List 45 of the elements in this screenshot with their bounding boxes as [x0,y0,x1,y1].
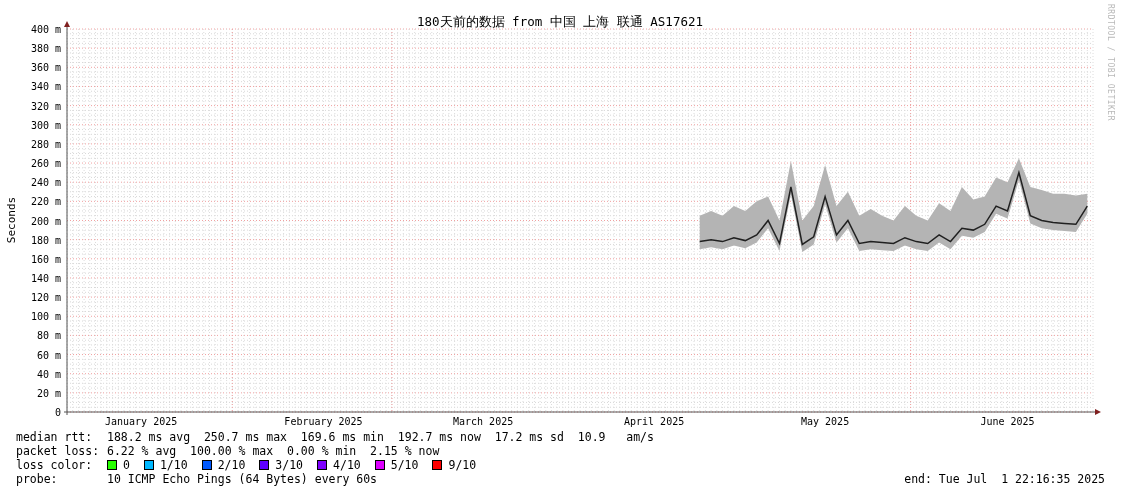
y-tick-label: 360 m [30,62,61,74]
legend-value: 6.22 % avg 100.00 % max 0.00 % min 2.15 % now [107,444,440,458]
legend-value: 3/10 [275,458,304,472]
y-tick-label: 20 m [36,387,61,399]
legend-value: 9/10 [448,458,477,472]
y-tick-label: 120 m [30,292,61,304]
legend-value: 0 [123,458,130,472]
legend-value: 2/10 [217,458,246,472]
y-tick-label: 280 m [30,138,61,150]
y-tick-label: 380 m [30,43,61,55]
y-tick-label: 260 m [30,158,61,170]
x-tick-label: May 2025 [801,416,850,427]
y-tick-label: 220 m [30,196,61,208]
legend-value: 5/10 [390,458,419,472]
legend-value: 1/10 [159,458,188,472]
y-tick-label: 160 m [30,253,61,265]
legend-value: 10 ICMP Echo Pings (64 Bytes) every 60s [107,472,378,486]
legend-label: packet loss: [16,444,101,458]
x-tick-label: June 2025 [980,416,1035,427]
chart-title: 180天前的数据 from 中国 上海 联通 AS17621 [417,14,703,29]
legend-value: 188.2 ms avg 250.7 ms max 169.6 ms min 192.7 ms now 17.2 ms sd 10.9 am/s [107,430,654,444]
end-time: end: Tue Jul 1 22:16:35 2025 [904,472,1105,486]
x-tick-label: April 2025 [624,416,685,427]
legend-label: loss color: [16,458,94,472]
y-tick-label: 300 m [30,119,61,131]
legend-label: median rtt: [16,430,94,444]
y-tick-label: 400 m [30,24,61,35]
y-axis-title: Seconds [5,196,18,244]
watermark-text: RRDTOOL / TOBI OETIKER [1106,4,1115,121]
y-tick-label: 100 m [30,311,61,323]
x-tick-label: February 2025 [284,416,363,427]
y-tick-label: 200 m [30,215,61,227]
y-tick-label: 60 m [36,349,61,361]
y-tick-label: 40 m [36,368,61,380]
x-tick-label: March 2025 [453,416,514,427]
legend-label: probe: [16,472,59,486]
y-tick-label: 240 m [30,177,61,189]
y-tick-label: 80 m [36,330,61,342]
legend-value: 4/10 [333,458,361,472]
y-tick-label: 180 m [30,234,61,246]
y-tick-label: 340 m [30,81,61,93]
x-tick-label: January 2025 [105,416,178,427]
y-tick-label: 140 m [30,272,61,284]
y-tick-label: 320 m [30,100,61,112]
y-tick-label: 0 [54,407,61,418]
